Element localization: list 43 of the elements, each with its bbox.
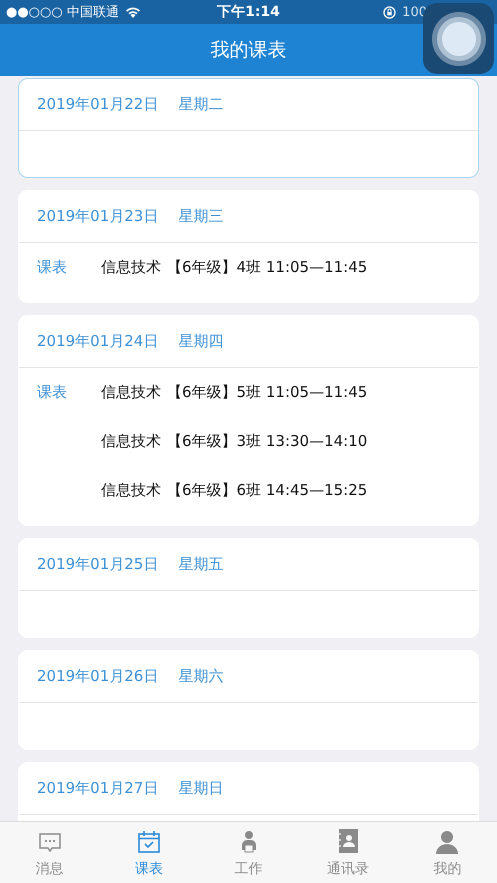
weekday-text: 星期六 bbox=[178, 667, 224, 686]
clock-text: 下午1:14 bbox=[217, 3, 280, 21]
subject-text: 信息技术 bbox=[101, 383, 161, 402]
person-at-desk-icon bbox=[240, 830, 258, 854]
tab[interactable]: 课表 bbox=[99, 822, 199, 883]
weekday-text: 星期日 bbox=[178, 779, 224, 798]
weekday-text: 星期二 bbox=[178, 95, 224, 114]
day-card[interactable]: 2019年01月25日 星期五 bbox=[18, 538, 479, 638]
rotation-lock-icon bbox=[383, 6, 396, 18]
tab[interactable]: 我的 bbox=[398, 822, 497, 883]
tab[interactable]: 消息 bbox=[0, 822, 100, 883]
lesson-detail-text: 【6年级】6班 14:45—15:25 bbox=[167, 481, 368, 500]
subject-text: 信息技术 bbox=[101, 258, 161, 277]
address-book-icon bbox=[336, 828, 359, 854]
lesson-detail-text: 【6年级】3班 13:30—14:10 bbox=[167, 432, 368, 451]
date-text: 2019年01月23日 bbox=[37, 207, 158, 226]
date-text: 2019年01月24日 bbox=[37, 332, 158, 351]
tab[interactable]: 工作 bbox=[198, 822, 298, 883]
date-text: 2019年01月27日 bbox=[37, 779, 158, 798]
weekday-text: 星期四 bbox=[178, 332, 224, 351]
date-text: 2019年01月26日 bbox=[37, 667, 158, 686]
schedule-label: 课表 bbox=[37, 383, 67, 401]
tab[interactable]: 通讯录 bbox=[298, 822, 398, 883]
date-text: 2019年01月25日 bbox=[37, 555, 158, 574]
schedule-label: 课表 bbox=[37, 258, 67, 276]
weekday-text: 星期三 bbox=[178, 207, 224, 226]
lesson-detail-text: 【6年级】5班 11:05—11:45 bbox=[167, 383, 368, 402]
chat-icon bbox=[38, 832, 62, 854]
day-card[interactable]: 2019年01月24日 星期四 课表 信息技术 【6年级】5班 11:05—11:45 信息技术 【6年级】3班 13:30—14:10 信息技术 【6年级】6班 14:45—15:25 bbox=[18, 315, 479, 526]
date-text: 2019年01月22日 bbox=[37, 95, 158, 114]
wifi-icon bbox=[124, 6, 141, 18]
day-card[interactable]: 2019年01月26日 星期六 bbox=[18, 650, 479, 750]
subject-text: 信息技术 bbox=[101, 481, 161, 500]
subject-text: 信息技术 bbox=[101, 432, 161, 451]
person-icon bbox=[436, 830, 458, 854]
page-title: 我的课表 bbox=[210, 38, 286, 63]
day-card[interactable]: 2019年01月27日 星期日 bbox=[18, 762, 479, 821]
lesson-detail-text: 【6年级】4班 11:05—11:45 bbox=[167, 258, 368, 277]
day-card[interactable]: 2019年01月23日 星期三 课表 信息技术 【6年级】4班 11:05—11:45 bbox=[18, 190, 479, 303]
day-card[interactable]: 2019年01月22日 星期二 bbox=[18, 78, 479, 178]
weekday-text: 星期五 bbox=[178, 555, 224, 574]
carrier-text: ●●○○○ 中国联通 bbox=[6, 4, 119, 21]
calendar-icon bbox=[137, 830, 162, 854]
